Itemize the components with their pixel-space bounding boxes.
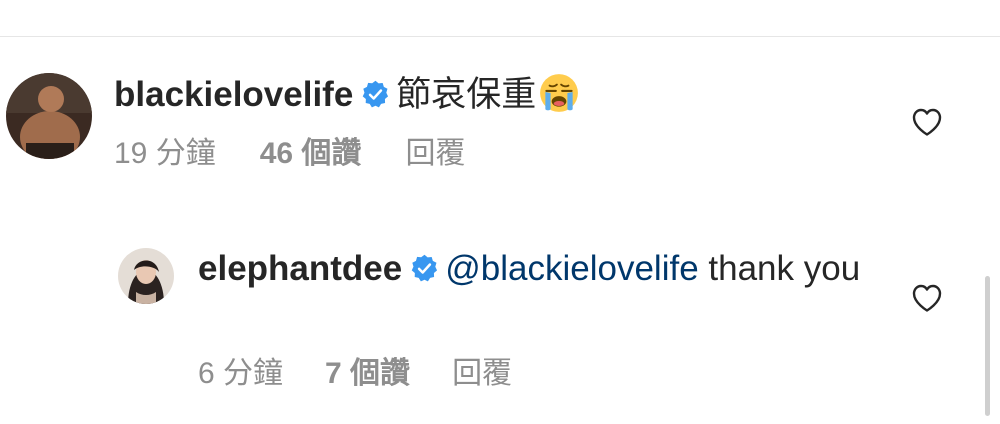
reply-timestamp: 6 分鐘	[198, 357, 284, 390]
reply-meta: 6 分鐘 7 個讚 回覆	[198, 356, 512, 392]
comment-username[interactable]: blackielovelife	[114, 75, 353, 114]
comment-body: 節哀保重	[396, 75, 537, 114]
avatar[interactable]	[6, 73, 92, 159]
comment-meta: 19 分鐘 46 個讚 回覆	[114, 136, 465, 172]
reply-body: thank you	[708, 249, 861, 288]
top-divider	[0, 36, 1000, 37]
verified-badge-icon	[410, 254, 439, 283]
comment-text: blackielovelife 節哀保重	[114, 72, 580, 116]
scrollbar[interactable]	[985, 276, 990, 416]
comment-likes[interactable]: 46 個讚	[260, 136, 362, 172]
reply-text: elephantdee @blackielovelife thank you	[198, 248, 878, 290]
reply-likes[interactable]: 7 個讚	[325, 356, 410, 392]
comment-timestamp: 19 分鐘	[114, 137, 216, 170]
reply-button[interactable]: 回覆	[405, 136, 465, 172]
heart-outline-icon[interactable]	[911, 107, 943, 137]
mention-link[interactable]: @blackielovelife	[445, 249, 698, 288]
loudly-crying-face-emoji	[538, 72, 580, 114]
heart-outline-icon[interactable]	[911, 283, 943, 313]
avatar[interactable]	[118, 248, 174, 304]
comments-screen: blackielovelife 節哀保重 19 分鐘 46 個讚 回覆 elephan…	[0, 0, 1000, 424]
reply-button[interactable]: 回覆	[452, 356, 512, 392]
reply-username[interactable]: elephantdee	[198, 249, 402, 288]
verified-badge-icon	[361, 80, 390, 109]
